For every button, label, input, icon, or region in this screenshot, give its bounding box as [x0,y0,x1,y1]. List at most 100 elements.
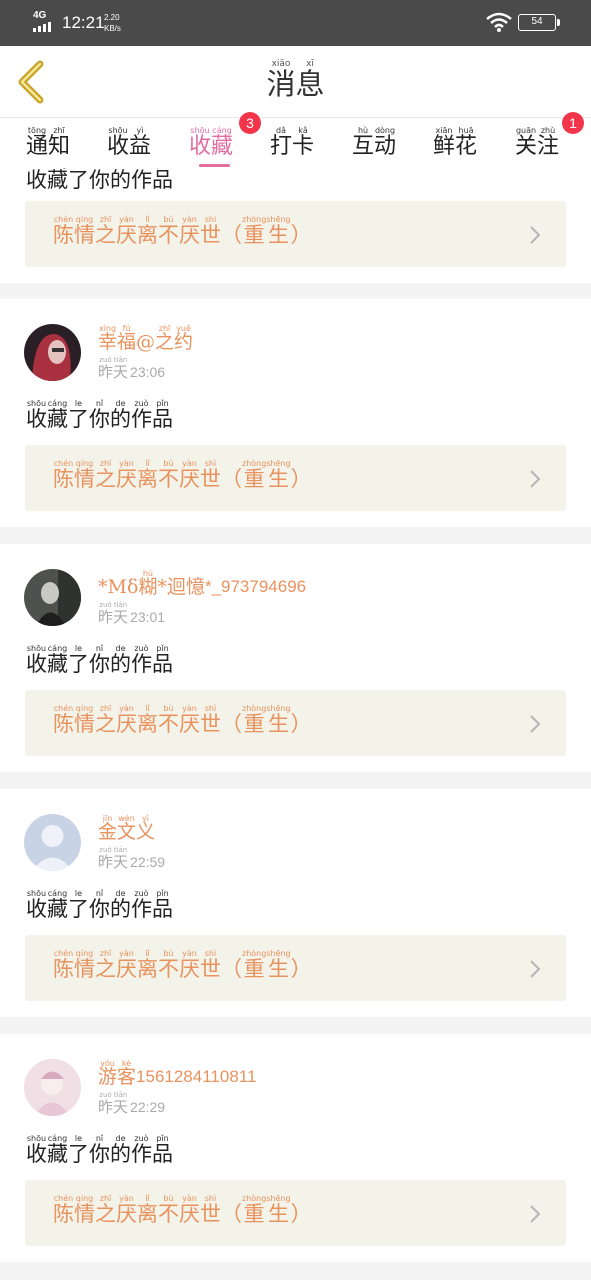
ruby-char: shōu收 [189,126,212,159]
time-value: 22:59 [130,853,166,870]
timestamp: zuó 昨 tiān 天 22:29 [98,1091,165,1116]
ruby-char: 迴 [166,576,186,598]
ruby-char: shōu收 [26,399,47,431]
action-text: shōu收cáng藏le了nǐ你de的zuò作pǐn品 [26,644,173,675]
user-avatar[interactable] [24,569,81,626]
ruby-char: zuò作 [131,168,152,192]
ruby-char: chén 陈 [53,215,74,247]
time-value: 23:06 [130,363,166,380]
user-avatar[interactable] [24,1059,81,1116]
ruby-char: qíng 情 [74,949,95,981]
ruby-char: ） [290,223,312,247]
ruby-char: qíng 情 [74,704,95,736]
ruby-char: zhòng 重 [242,215,267,247]
ruby-char: zhòng 重 [242,1194,267,1226]
ruby-char: zuò作 [131,1134,152,1166]
user-name[interactable]: xìng 幸 fú 福 @ zhī 之 yuē 约 [98,324,193,353]
work-title: chén 陈 qíng 情 zhī 之 yàn 厌 lǐ 离 bù 不 yàn 厌 shì 世 （zhòng 重… [53,704,312,735]
timestamp: zuó 昨 tiān 天 23:01 [98,601,165,626]
ruby-char: （ [221,467,242,491]
work-title: chén 陈 qíng 情 zhī 之 yàn 厌 lǐ 离 bù 不 yàn 厌 shì 世 （zhòng 重… [53,949,312,980]
tab-interaction[interactable]: hù 互 dòng 动 [352,126,396,158]
ruby-char: shì 世 [200,459,221,491]
ruby-char: chén 陈 [53,1194,74,1226]
status-bar: 4G 12:21 2.20 KB/s 54 [0,0,591,46]
time-value: 22:29 [130,1098,166,1115]
ruby-char: @ [136,331,156,353]
ruby-char: shēng 生 [266,215,291,247]
tab-notifications[interactable]: tōng 通 zhī 知 [26,126,70,158]
ruby-char: shēng 生 [266,459,291,491]
ruby-char: （ [221,1202,242,1226]
work-link[interactable]: chén 陈 qíng 情 zhī 之 yàn 厌 lǐ 离 bù 不 yàn 厌 shì 世 （zhòng 重… [25,445,566,511]
user-name[interactable]: jīn 金 wén 文 yì 义 [98,814,155,843]
chevron-right-icon [530,1205,541,1223]
ruby-char: kǎ 卡 [292,126,315,159]
tab-checkin[interactable]: dǎ 打 kǎ 卡 [270,126,314,158]
ruby-char: zhī 知 [48,126,71,159]
ruby-char: tiān 天 [113,1091,129,1116]
ruby-char: yàn 厌 [116,1194,137,1226]
work-link[interactable]: chén 陈 qíng 情 zhī 之 yàn 厌 lǐ 离 bù 不 yàn 厌 shì 世 （zhòng 重… [25,935,566,1001]
user-avatar[interactable] [24,814,81,871]
ruby-char: 憶 [185,576,205,598]
ruby-char: shōu收 [26,168,47,192]
ruby-char: de的 [110,644,131,676]
ruby-char: zhòng 重 [242,459,267,491]
ruby-char: yàn 厌 [179,459,200,491]
user-avatar[interactable] [24,324,81,381]
clock: 12:21 [62,13,105,32]
time-value: 23:01 [130,608,166,625]
ruby-char: lǐ 离 [137,704,158,736]
ruby-char: tiān 天 [113,356,129,381]
ruby-char: yàn 厌 [116,459,137,491]
ruby-char: dòng 动 [374,126,397,159]
ruby-char: shēng 生 [266,704,291,736]
ruby-char: zhī 之 [95,215,116,247]
timestamp: zuó 昨 tiān 天 22:59 [98,846,165,871]
user-name[interactable]: *Mδ hú 糊 * 迴 憶 *_973794696 [98,569,306,598]
ruby-char: le了 [68,1134,89,1166]
ruby-char: de的 [110,889,131,921]
ruby-char: chén 陈 [53,949,74,981]
ruby-char: shōu收 [26,644,47,676]
ruby-char: shōu收 [26,1134,47,1166]
ruby-char: yàn 厌 [116,704,137,736]
notification-list[interactable]: shōu收cáng藏le了nǐ你de的zuò作pǐn品 chén陈qíng情zh… [0,168,591,1280]
tab-earnings[interactable]: shōu 收 yì 益 [107,126,151,158]
tab-favorites[interactable]: shōu 收 cáng 藏 [189,126,233,158]
ruby-char: cáng藏 [211,126,234,159]
work-link[interactable]: chén 陈 qíng 情 zhī 之 yàn 厌 lǐ 离 bù 不 yàn 厌 shì 世 （zhòng 重… [25,201,566,267]
ruby-char: de的 [110,168,131,192]
work-title: chén 陈 qíng 情 zhī 之 yàn 厌 lǐ 离 bù 不 yàn 厌 shì 世 （zhòng 重… [53,1194,312,1225]
ruby-char: shōu收 [107,126,130,159]
tab-flowers[interactable]: xiān 鲜 huā 花 [433,126,477,158]
ruby-char: yì 义 [136,814,156,843]
ruby-char: de的 [110,399,131,431]
ruby-char: xìng 幸 [98,324,118,353]
notification-card: jīn 金 wén 文 yì 义 zuó 昨 tiān 天 22:59 shōu 收 cáng 藏 le 了 nǐ… [0,789,591,1017]
favorites-count-badge: 3 [239,112,261,134]
ruby-char: le了 [68,644,89,676]
ruby-char: zuó 昨 [98,846,114,871]
tab-follows[interactable]: guān 关 zhù 注 [515,126,559,158]
ruby-char: zuó 昨 [98,356,114,381]
network-type: 4G [33,10,47,21]
work-link[interactable]: chén 陈 qíng 情 zhī 之 yàn 厌 lǐ 离 bù 不 yàn 厌 shì 世 （zhòng 重… [25,1180,566,1246]
navigation-bar: xiāo 消 xī 息 [0,46,591,118]
work-title: chén 陈 qíng 情 zhī 之 yàn 厌 lǐ 离 bù 不 yàn 厌 shì 世 （zhòng 重… [53,215,312,246]
user-name[interactable]: yóu 游 kè 客 1561284110811 [98,1059,256,1088]
ruby-char: tōng 通 [26,126,49,159]
ruby-char: le了 [68,399,89,431]
ruby-char: zhī 之 [95,459,116,491]
ruby-char: de的 [110,1134,131,1166]
ruby-char: cáng藏 [47,1134,68,1166]
ruby-char: *Mδ [98,576,139,598]
ruby-char: nǐ你 [89,889,110,921]
ruby-char: tiān 天 [113,601,129,626]
ruby-char: yàn 厌 [179,704,200,736]
work-link[interactable]: chén 陈 qíng 情 zhī 之 yàn 厌 lǐ 离 bù 不 yàn 厌 shì 世 （zhòng 重… [25,690,566,756]
ruby-char: cáng藏 [47,399,68,431]
ruby-char: lǐ 离 [137,1194,158,1226]
ruby-char: le了 [68,168,89,192]
